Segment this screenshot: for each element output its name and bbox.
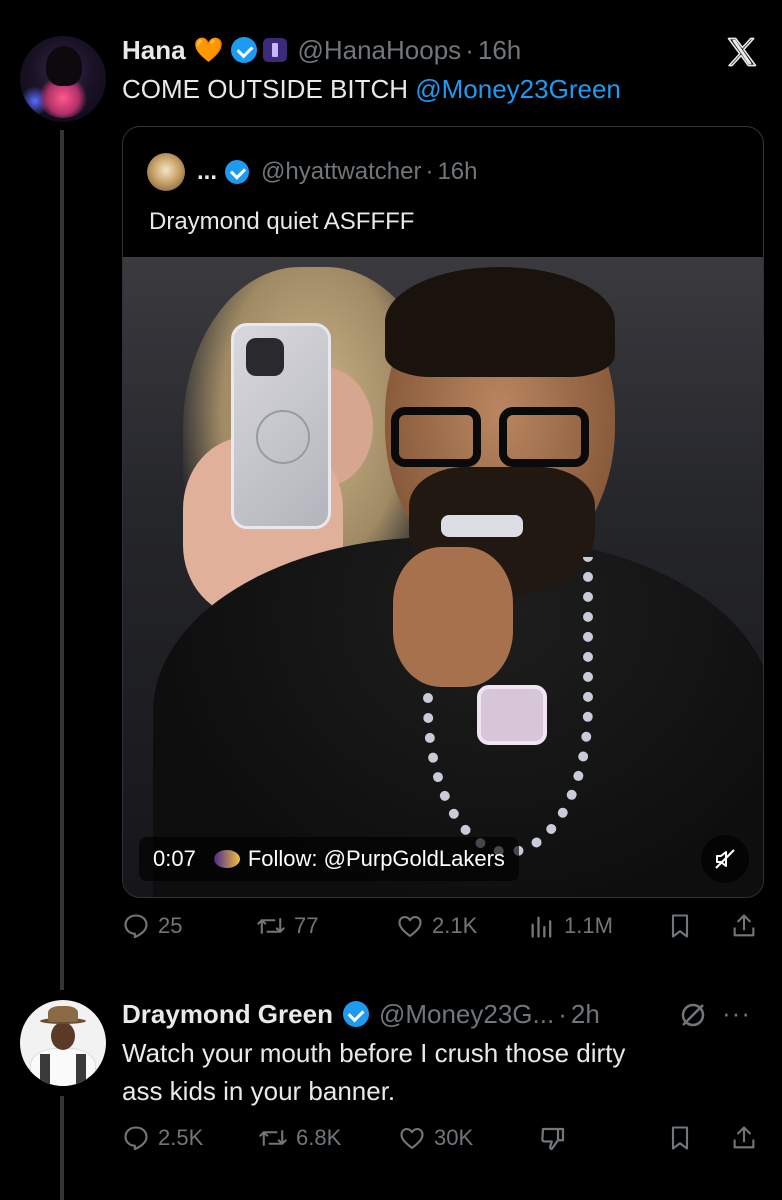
bookmark-button[interactable] (666, 1124, 702, 1152)
repost-button[interactable]: 77 (256, 912, 318, 940)
like-icon (400, 1127, 424, 1149)
dislike-button[interactable] (538, 1124, 576, 1154)
video-timestamp: 0:07 (153, 846, 196, 871)
repost-icon (259, 1130, 287, 1146)
tweet1-author-name[interactable]: Hana (122, 35, 186, 66)
bookmark-button[interactable] (666, 912, 702, 940)
draymond-avatar[interactable] (20, 1000, 106, 1086)
verified-icon (225, 160, 250, 184)
repost-icon (257, 918, 285, 934)
views-icon (531, 916, 552, 938)
tweet1-header: Hana 🧡 @HanaHoops · 16h (122, 34, 522, 66)
like-icon (398, 915, 422, 937)
share-button[interactable] (730, 912, 766, 940)
orange-heart-icon: 🧡 (193, 36, 224, 64)
thread-line-lower (60, 1096, 64, 1200)
quote-timestamp[interactable]: 16h (437, 158, 477, 186)
thread-line (60, 130, 64, 990)
quote-text: Draymond quiet ASFFFF (149, 208, 415, 235)
verified-icon (342, 1001, 369, 1027)
tweet1-timestamp[interactable]: 16h (478, 35, 521, 66)
tweet2-actions: 2.5K 6.8K 30K (122, 1124, 764, 1164)
phone (231, 323, 331, 529)
reply-button[interactable]: 2.5K (122, 1124, 203, 1152)
hana-avatar[interactable] (20, 36, 106, 122)
quote-author-name[interactable]: ... (197, 158, 217, 186)
more-options-button[interactable]: ··· (722, 998, 751, 1029)
affiliate-badge-icon (263, 38, 288, 62)
quote-tweet-card[interactable]: ... @hyattwatcher · 16h Draymond quiet A… (122, 126, 764, 898)
dislike-icon (541, 1127, 565, 1151)
verified-icon (231, 37, 258, 63)
reply-button[interactable]: 25 (122, 912, 182, 940)
video-overlay: 0:07 Follow: @PurpGoldLakers (139, 837, 519, 881)
share-icon (733, 914, 755, 937)
lakers-logo-icon (213, 850, 240, 868)
mute-button[interactable] (701, 835, 749, 883)
tweet2-header: Draymond Green @Money23G... · 2h (122, 998, 600, 1030)
quote-author-avatar[interactable] (147, 153, 185, 191)
bookmark-icon (671, 914, 689, 938)
share-icon (733, 1126, 755, 1149)
share-button[interactable] (730, 1124, 766, 1152)
like-button[interactable]: 30K (398, 1124, 473, 1152)
x-logo-icon[interactable] (724, 34, 760, 70)
tweet1-handle[interactable]: @HanaHoops (297, 35, 461, 66)
grok-icon[interactable] (678, 1000, 708, 1030)
quote-header: ... @hyattwatcher · 16h (197, 158, 478, 186)
bookmark-icon (671, 1126, 689, 1150)
views-button[interactable]: 1.1M (528, 912, 613, 940)
tweet2-handle[interactable]: @Money23G... (379, 999, 554, 1030)
reply-icon (124, 914, 148, 939)
tweet2-author-name[interactable]: Draymond Green (122, 999, 333, 1030)
video-caption: Follow: @PurpGoldLakers (247, 846, 505, 871)
mute-icon (715, 849, 735, 869)
tweet2-timestamp[interactable]: 2h (571, 999, 600, 1030)
quote-handle[interactable]: @hyattwatcher (261, 158, 421, 186)
tweet2-text: Watch your mouth before I crush those di… (122, 1038, 626, 1106)
reply-icon (124, 1126, 148, 1151)
tweet1-text: COME OUTSIDE BITCH @Money23Green (122, 74, 621, 104)
tweet1-actions: 25 77 2.1K 1.1M (122, 912, 764, 952)
like-button[interactable]: 2.1K (396, 912, 477, 940)
video-player[interactable]: 0:07 Follow: @PurpGoldLakers (123, 257, 763, 897)
repost-button[interactable]: 6.8K (258, 1124, 341, 1152)
mention-link[interactable]: @Money23Green (415, 74, 621, 104)
